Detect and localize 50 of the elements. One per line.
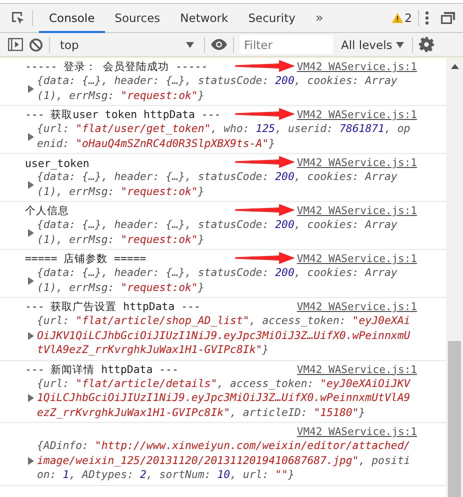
source-link[interactable]: VM42 WAService.js:1 — [296, 157, 417, 169]
source-link[interactable]: VM42 WAService.js:1 — [296, 61, 417, 73]
expand-icon[interactable] — [28, 332, 34, 340]
tab[interactable]: Sources — [104, 4, 170, 33]
log-message: --- 获取user token httpData --- — [25, 108, 221, 122]
inspect-icon[interactable] — [10, 10, 26, 26]
tab[interactable]: Security — [238, 4, 306, 33]
expand-icon[interactable] — [28, 276, 34, 284]
expand-icon[interactable] — [28, 394, 34, 402]
filter-field[interactable]: Filter — [240, 35, 333, 54]
sidebar-toggle-icon[interactable] — [8, 38, 23, 51]
source-link[interactable]: VM42 WAService.js:1 — [296, 109, 417, 121]
source-link[interactable]: VM42 WAService.js:1 — [296, 301, 417, 313]
object-preview: {data: {…}, header: {…}, statusCode: 200, cookies: Array (1), errMsg: "request:ok"} — [37, 74, 398, 103]
source-link[interactable]: VM42 WAService.js:1 — [296, 205, 417, 217]
source-link[interactable]: VM42 WAService.js:1 — [296, 253, 417, 265]
object-preview: {ADinfo: "http://www.xinweiyun.com/weixin/editor/attached/ image/weixin_125/20131120/2013112019410687687.jpg", positi on: 1, ADtypes: 2, sortNum: 10, url: ""} — [37, 439, 410, 482]
expand-icon[interactable] — [28, 132, 34, 140]
object-preview: {url: "flat/article/details", access_token: "eyJ0eXAiOiJKV 1QiLCJhbGciOiJIUzI1NiJ9.eyJpc3MiOiJ3Z…UifX0.wPeinnxmUtVlA9 ezZ_rrKvrghkJuWax1H1-GVIPc8Ik", articleID: "15180"} — [37, 376, 410, 420]
caret-icon — [396, 42, 404, 48]
warnings-button[interactable]: 2 — [392, 11, 412, 25]
tab[interactable]: Network — [170, 4, 238, 33]
source-link[interactable]: VM42 WAService.js:1 — [296, 426, 417, 438]
settings-icon[interactable] — [419, 37, 434, 52]
context-select[interactable]: top — [56, 38, 198, 52]
expand-icon[interactable] — [28, 456, 34, 465]
source-link[interactable]: VM42 WAService.js:1 — [296, 364, 417, 376]
object-preview: {data: {…}, header: {…}, statusCode: 200, cookies: Array (1), errMsg: "request:ok"} — [37, 170, 398, 199]
object-preview: {url: "flat/user/get_token", who: 125, userid: 7861871, op enid: "oHauQ4mSZnRC4d0R3SlpXBX9ts-A"} — [37, 122, 410, 151]
more-options-icon[interactable] — [425, 11, 429, 25]
scroll-up-icon[interactable] — [450, 64, 458, 69]
expand-icon[interactable] — [28, 84, 34, 92]
scrollbar[interactable] — [446, 58, 463, 497]
log-message: user_token — [25, 156, 90, 170]
eye-icon[interactable] — [211, 39, 227, 50]
log-message: --- 新闻详情 httpData --- — [25, 362, 178, 376]
object-preview: {data: {…}, header: {…}, statusCode: 200, cookies: Array (1), errMsg: "request:ok"} — [37, 266, 398, 295]
log-message: ----- 登录： 会员登陆成功 ----- — [25, 60, 208, 74]
dock-icon[interactable] — [441, 12, 455, 24]
expand-icon[interactable] — [28, 180, 34, 188]
object-preview: {data: {…}, header: {…}, statusCode: 200, cookies: Array (1), errMsg: "request:ok"} — [37, 218, 398, 247]
object-preview: {url: "flat/article/shop_AD_list", access_token: "eyJ0eXAi OiJKV1QiLCJhbGciOiJIUzI1NiJ9.eyJpc3MiOiJ3Z…UifX0.wPeinnxmU tVlA9ezZ_rrKvrghkJuWax1H1-GVIPc8Ik"} — [37, 314, 410, 358]
clear-console-icon[interactable] — [29, 38, 43, 52]
levels-dropdown[interactable]: All levels — [339, 38, 406, 52]
log-message: 个人信息 — [25, 204, 69, 218]
more-tabs-button[interactable]: » — [311, 10, 328, 26]
log-message: ===== 店铺参数 ===== — [25, 252, 146, 266]
log-message: --- 获取广告设置 httpData --- — [25, 300, 200, 314]
expand-icon[interactable] — [28, 228, 34, 236]
caret-icon — [186, 42, 194, 48]
